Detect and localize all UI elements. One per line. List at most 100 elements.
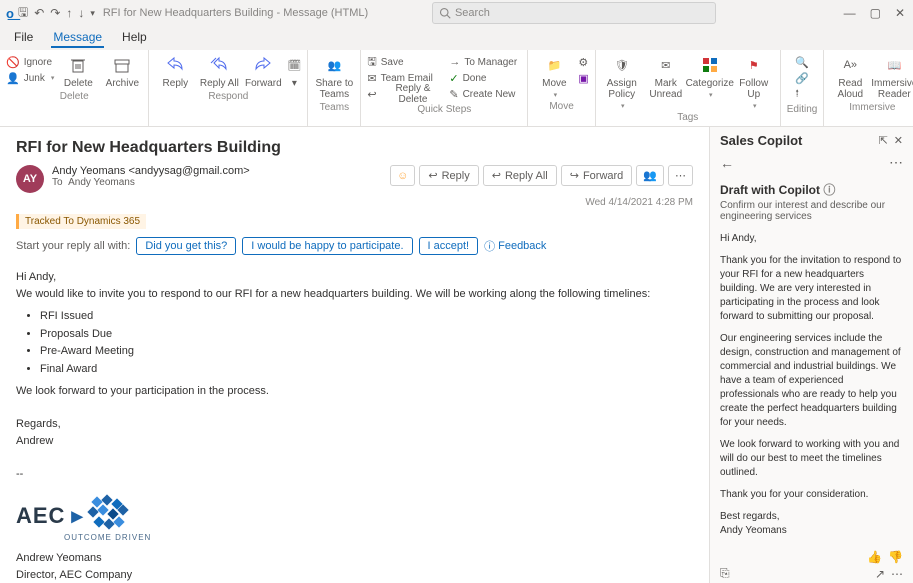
immersive-reader-button[interactable]: 📖Immersive Reader bbox=[874, 54, 913, 100]
qs-done[interactable]: ✓Done bbox=[449, 70, 521, 86]
maximize-button[interactable]: ▢ bbox=[870, 6, 881, 20]
group-label: Immersive bbox=[849, 102, 895, 113]
reply-all-icon bbox=[209, 54, 229, 76]
forward-button[interactable]: Forward bbox=[243, 54, 283, 89]
flag-icon: ⚑ bbox=[749, 54, 759, 76]
redo-icon[interactable]: ↷ bbox=[50, 6, 60, 20]
tab-message[interactable]: Message bbox=[51, 28, 104, 48]
link-icon: 🔗 bbox=[795, 72, 809, 85]
qs-create-new[interactable]: ✎Create New bbox=[449, 86, 521, 102]
info-icon[interactable]: ⓘ bbox=[823, 183, 835, 197]
follow-up-button[interactable]: ⚑Follow Up bbox=[734, 54, 774, 110]
rules-button[interactable]: ⚙ bbox=[578, 54, 588, 70]
pane-close-icon[interactable]: ✕ bbox=[894, 134, 903, 147]
up-icon[interactable]: ↑ bbox=[66, 6, 72, 20]
close-button[interactable]: ✕ bbox=[895, 6, 905, 20]
pane-title: Sales Copilot bbox=[720, 133, 879, 148]
tab-file[interactable]: File bbox=[12, 28, 35, 48]
copy-button[interactable]: ⎘ bbox=[720, 566, 730, 581]
policy-icon: 🛡 bbox=[615, 54, 629, 76]
find-button[interactable]: 🔍 bbox=[795, 54, 809, 70]
meeting-icon: 🗓 bbox=[287, 54, 301, 76]
from-email: <andyysag@gmail.com> bbox=[128, 165, 249, 177]
more-actions[interactable]: ⋯ bbox=[668, 165, 693, 186]
message-pane: RFI for New Headquarters Building AY And… bbox=[0, 127, 709, 583]
thumbs-down-icon[interactable]: 👎 bbox=[888, 550, 903, 564]
search-icon bbox=[439, 7, 451, 19]
mail-icon: ✉ bbox=[367, 72, 376, 85]
select-button[interactable]: ⭫ bbox=[795, 86, 809, 102]
assign-policy-button[interactable]: 🛡Assign Policy bbox=[602, 54, 642, 110]
forward-action[interactable]: ↪Forward bbox=[561, 165, 633, 186]
group-label: Tags bbox=[677, 112, 698, 123]
search-box[interactable]: Search bbox=[432, 2, 716, 24]
qs-to-manager[interactable]: →To Manager bbox=[449, 54, 521, 70]
quick-chip-2[interactable]: I would be happy to participate. bbox=[242, 237, 412, 255]
thumbs-up-icon[interactable]: 👍 bbox=[867, 550, 882, 564]
window-title: RFI for New Headquarters Building - Mess… bbox=[103, 7, 368, 19]
reply-all-icon: ↩ bbox=[492, 169, 501, 182]
move-button[interactable]: 📁Move bbox=[534, 54, 574, 99]
reply-icon bbox=[165, 54, 185, 76]
back-button[interactable]: ← bbox=[720, 155, 734, 171]
check-icon: ✓ bbox=[449, 72, 458, 85]
read-aloud-button[interactable]: A»Read Aloud bbox=[830, 54, 870, 100]
categories-icon bbox=[701, 54, 719, 76]
archive-button[interactable]: Archive bbox=[102, 54, 142, 89]
to-name: Andy Yeomans bbox=[68, 177, 135, 188]
list-item: RFI Issued bbox=[40, 308, 693, 325]
quick-chip-1[interactable]: Did you get this? bbox=[136, 237, 236, 255]
message-body: Hi Andy, We would like to invite you to … bbox=[16, 269, 693, 583]
pane-more-icon[interactable]: ⋯ bbox=[889, 154, 903, 171]
qs-reply-delete[interactable]: ↩Reply & Delete bbox=[367, 86, 445, 102]
ribbon: 🚫Ignore 👤Junk Delete Archive Delete Repl… bbox=[0, 50, 913, 127]
undo-icon[interactable]: ↶ bbox=[34, 6, 44, 20]
smile-button[interactable]: ☺ bbox=[390, 165, 415, 186]
save-icon[interactable]: 🖫 bbox=[18, 3, 28, 24]
minimize-button[interactable]: — bbox=[844, 6, 856, 20]
reply-action[interactable]: ↩Reply bbox=[419, 165, 478, 186]
feedback-link[interactable]: ⓘFeedback bbox=[484, 238, 546, 254]
quick-chip-3[interactable]: I accept! bbox=[419, 237, 479, 255]
quick-lead: Start your reply all with: bbox=[16, 240, 130, 252]
share-icon[interactable]: ↗ bbox=[875, 567, 885, 581]
delete-button[interactable]: Delete bbox=[58, 54, 98, 89]
reply-delete-icon: ↩ bbox=[367, 88, 376, 101]
onenote-icon: ▣ bbox=[578, 72, 588, 85]
draft-title: Draft with Copilot bbox=[720, 183, 820, 197]
arrow-icon: → bbox=[449, 56, 460, 68]
teams-icon: 👥 bbox=[643, 169, 657, 182]
menu-tabs: File Message Help bbox=[0, 26, 913, 50]
junk-button[interactable]: 👤Junk bbox=[6, 70, 54, 86]
teams-icon: 👥 bbox=[327, 54, 341, 76]
footer-more-icon[interactable]: ⋯ bbox=[891, 567, 903, 581]
disk-icon: 🖫 bbox=[367, 53, 376, 72]
draft-body: Hi Andy, Thank you for the invitation to… bbox=[720, 232, 903, 546]
qs-save[interactable]: 🖫Save bbox=[367, 54, 445, 70]
forward-icon: ↪ bbox=[570, 169, 579, 182]
down-icon[interactable]: ↓ bbox=[78, 6, 84, 20]
reply-button[interactable]: Reply bbox=[155, 54, 195, 89]
smile-icon: ☺ bbox=[397, 170, 408, 182]
list-item: Final Award bbox=[40, 361, 693, 378]
reply-all-button[interactable]: Reply All bbox=[199, 54, 239, 89]
reply-all-action[interactable]: ↩Reply All bbox=[483, 165, 557, 186]
qat-dropdown-icon[interactable]: ▾ bbox=[90, 8, 95, 19]
mark-unread-button[interactable]: ✉Mark Unread bbox=[646, 54, 686, 100]
to-label: To bbox=[52, 177, 63, 188]
copilot-pane: Sales Copilot ⇱ ✕ ← ⋯ Draft with Copilot… bbox=[709, 127, 913, 583]
group-label: Teams bbox=[320, 102, 349, 113]
teams-action[interactable]: 👥 bbox=[636, 165, 664, 186]
envelope-icon: ✉ bbox=[661, 54, 670, 76]
respond-more[interactable]: 🗓▾ bbox=[287, 54, 301, 89]
message-subject: RFI for New Headquarters Building bbox=[16, 139, 693, 157]
share-teams-button[interactable]: 👥Share to Teams bbox=[314, 54, 354, 100]
expand-icon[interactable]: ⇱ bbox=[879, 134, 888, 147]
draft-description: Confirm our interest and describe our en… bbox=[720, 200, 903, 222]
folder-move-icon: 📁 bbox=[547, 54, 561, 76]
logo-graphic bbox=[89, 496, 129, 532]
onenote-button[interactable]: ▣ bbox=[578, 70, 588, 86]
tab-help[interactable]: Help bbox=[120, 28, 149, 48]
trash-icon bbox=[68, 54, 88, 76]
categorize-button[interactable]: Categorize bbox=[690, 54, 730, 99]
